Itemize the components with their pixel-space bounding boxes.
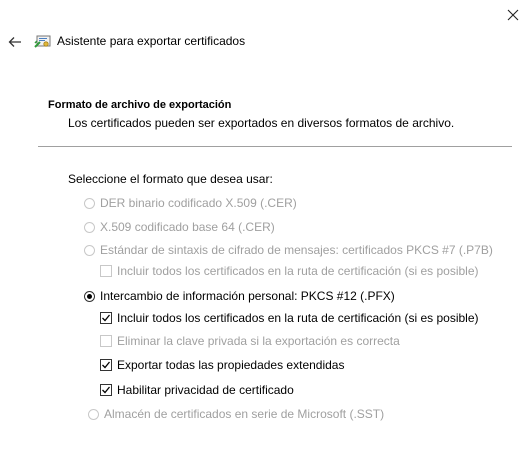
checkmark-icon (102, 314, 111, 322)
radio-base64[interactable] (84, 221, 95, 233)
section-heading: Formato de archivo de exportación (48, 99, 232, 111)
radio-option-base64[interactable]: X.509 codificado base 64 (.CER) (84, 220, 275, 234)
checkbox-label-pfx-export-props: Exportar todas las propiedades extendida… (117, 358, 345, 372)
checkbox-pfx-include-all[interactable] (100, 312, 112, 324)
checkbox-option-pfx-privacy[interactable]: Habilitar privacidad de certificado (100, 383, 294, 397)
checkbox-option-pfx-include-all[interactable]: Incluir todos los certificados en la rut… (100, 311, 479, 325)
section-description: Los certificados pueden ser exportados e… (68, 116, 455, 130)
radio-option-sst[interactable]: Almacén de certificados en serie de Micr… (88, 407, 384, 421)
radio-label-sst: Almacén de certificados en serie de Micr… (104, 407, 385, 421)
checkbox-option-pfx-delete-key[interactable]: Eliminar la clave privada si la exportac… (100, 334, 400, 348)
radio-pfx[interactable] (84, 290, 95, 302)
back-arrow-icon (8, 37, 21, 47)
checkbox-pfx-privacy[interactable] (100, 384, 112, 396)
radio-der[interactable] (84, 197, 95, 209)
checkbox-option-pfx-export-props[interactable]: Exportar todas las propiedades extendida… (100, 358, 344, 372)
radio-label-base64: X.509 codificado base 64 (.CER) (100, 220, 275, 234)
radio-sst[interactable] (88, 408, 99, 420)
close-button[interactable] (494, 0, 531, 30)
checkmark-icon (102, 361, 111, 369)
radio-pkcs7[interactable] (84, 244, 95, 256)
close-icon (507, 9, 518, 21)
header-divider (38, 146, 512, 147)
checkbox-pkcs7-include-all[interactable] (100, 265, 112, 277)
checkbox-label-pfx-privacy: Habilitar privacidad de certificado (117, 383, 294, 397)
checkbox-label-pfx-include-all: Incluir todos los certificados en la rut… (117, 311, 479, 325)
window-title: Asistente para exportar certificados (57, 34, 246, 48)
radio-label-pkcs7: Estándar de sintaxis de cifrado de mensa… (100, 243, 493, 257)
certificate-wizard-icon (34, 33, 52, 49)
checkbox-option-pkcs7-include-all[interactable]: Incluir todos los certificados en la rut… (100, 264, 479, 278)
back-button[interactable] (4, 31, 26, 53)
checkbox-pfx-export-props[interactable] (100, 359, 112, 371)
checkbox-pfx-delete-key[interactable] (100, 335, 112, 347)
radio-label-der: DER binario codificado X.509 (.CER) (100, 196, 297, 210)
checkbox-label-pfx-delete-key: Eliminar la clave privada si la exportac… (117, 334, 400, 348)
checkbox-label-pkcs7-include-all: Incluir todos los certificados en la rut… (117, 264, 479, 278)
radio-selected-dot (87, 293, 92, 299)
radio-option-pkcs7[interactable]: Estándar de sintaxis de cifrado de mensa… (84, 243, 493, 257)
radio-option-der[interactable]: DER binario codificado X.509 (.CER) (84, 196, 297, 210)
checkmark-icon (102, 386, 111, 394)
radio-label-pfx: Intercambio de información personal: PKC… (100, 289, 395, 303)
radio-option-pfx[interactable]: Intercambio de información personal: PKC… (84, 289, 395, 303)
format-prompt: Seleccione el formato que desea usar: (68, 172, 273, 186)
